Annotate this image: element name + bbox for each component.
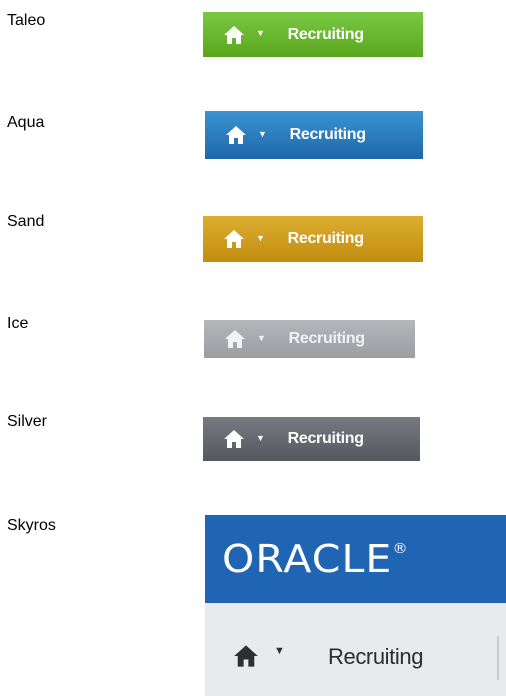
oracle-logo: ORACLE® (222, 537, 409, 581)
recruiting-menu[interactable]: Recruiting (288, 430, 364, 448)
home-icon[interactable] (225, 125, 247, 145)
navbar-ice: ▼ Recruiting (204, 320, 415, 358)
home-icon[interactable] (224, 329, 246, 349)
home-icon[interactable] (223, 429, 245, 449)
caret-down-icon[interactable]: ▼ (258, 129, 267, 139)
recruiting-menu[interactable]: Recruiting (328, 644, 423, 670)
caret-down-icon[interactable]: ▼ (257, 333, 266, 343)
recruiting-menu[interactable]: Recruiting (290, 126, 366, 144)
theme-name-sand: Sand (7, 213, 45, 230)
recruiting-menu[interactable]: Recruiting (289, 330, 365, 348)
navbar-aqua: ▼ Recruiting (205, 111, 423, 159)
theme-name-skyros: Skyros (7, 517, 56, 534)
theme-name-ice: Ice (7, 315, 29, 332)
home-icon[interactable] (223, 25, 245, 45)
home-icon[interactable] (223, 229, 245, 249)
caret-down-icon[interactable]: ▼ (274, 645, 285, 657)
caret-down-icon[interactable]: ▼ (256, 28, 265, 38)
recruiting-menu[interactable]: Recruiting (288, 26, 364, 44)
navbar-sand: ▼ Recruiting (203, 216, 423, 262)
theme-name-aqua: Aqua (7, 114, 45, 131)
navbar-taleo: ▼ Recruiting (203, 12, 423, 57)
caret-down-icon[interactable]: ▼ (256, 233, 265, 243)
navbar-skyros: ▼ Recruiting (205, 603, 506, 696)
recruiting-menu[interactable]: Recruiting (288, 230, 364, 248)
theme-name-taleo: Taleo (7, 12, 46, 29)
divider (497, 636, 499, 680)
navbar-silver: ▼ Recruiting (203, 417, 420, 461)
theme-name-silver: Silver (7, 413, 48, 430)
home-icon[interactable] (233, 644, 259, 668)
skyros-header: ORACLE® (205, 515, 506, 603)
caret-down-icon[interactable]: ▼ (256, 433, 265, 443)
